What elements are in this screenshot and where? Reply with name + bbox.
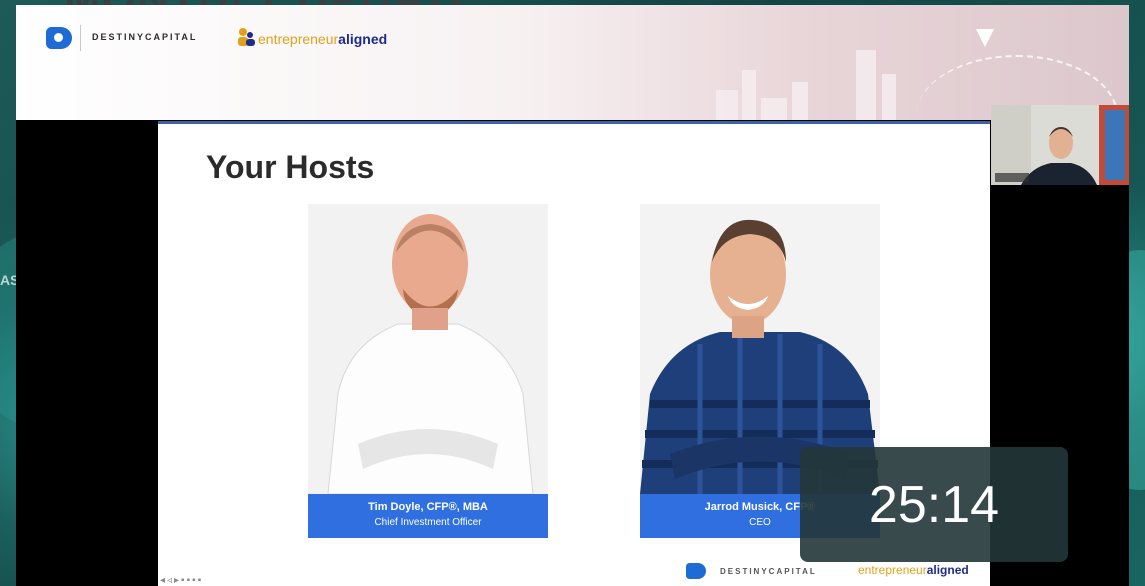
footer-destiny-wordmark: DESTINYCAPITAL [720, 567, 817, 576]
slide-title: Your Hosts [206, 149, 375, 185]
timer-value: 25:14 [868, 476, 1000, 534]
person-portrait-icon [308, 204, 548, 494]
footer-destiny-logo-icon [686, 563, 706, 579]
host-role-1: Chief Investment Officer [374, 517, 482, 528]
slide-top-rule [158, 121, 990, 124]
logo-divider [80, 25, 81, 51]
host-name-1: Tim Doyle, CFP®, MBA [368, 501, 488, 513]
slide-controls[interactable]: ◂◃▸▪▪▪▪ [160, 575, 203, 586]
destiny-capital-logo-icon [46, 27, 72, 49]
wordmark-part-aligned: aligned [338, 31, 388, 47]
webcam-person-icon [991, 105, 1129, 185]
entrepreneur-aligned-logo-icon [238, 28, 255, 46]
entrepreneur-aligned-wordmark: entrepreneuraligned [258, 31, 387, 47]
header-banner: DESTINYCAPITAL entrepreneuraligned [16, 5, 1129, 120]
footer-wordmark-part-entrepreneur: entrepreneur [858, 563, 927, 577]
down-arrow-icon [976, 29, 994, 47]
host-card-1: Tim Doyle, CFP®, MBA Chief Investment Of… [308, 204, 548, 538]
host-label-1: Tim Doyle, CFP®, MBA Chief Investment Of… [308, 494, 548, 538]
destiny-capital-wordmark: DESTINYCAPITAL [92, 32, 198, 42]
footer-entrepreneur-aligned-wordmark: entrepreneuraligned [858, 563, 969, 577]
host-photo-1 [308, 204, 548, 494]
countdown-timer: 25:14 [800, 447, 1068, 562]
speaker-video-thumbnail[interactable] [991, 105, 1129, 185]
footer-wordmark-part-aligned: aligned [926, 563, 969, 577]
wordmark-part-entrepreneur: entrepreneur [258, 31, 339, 47]
